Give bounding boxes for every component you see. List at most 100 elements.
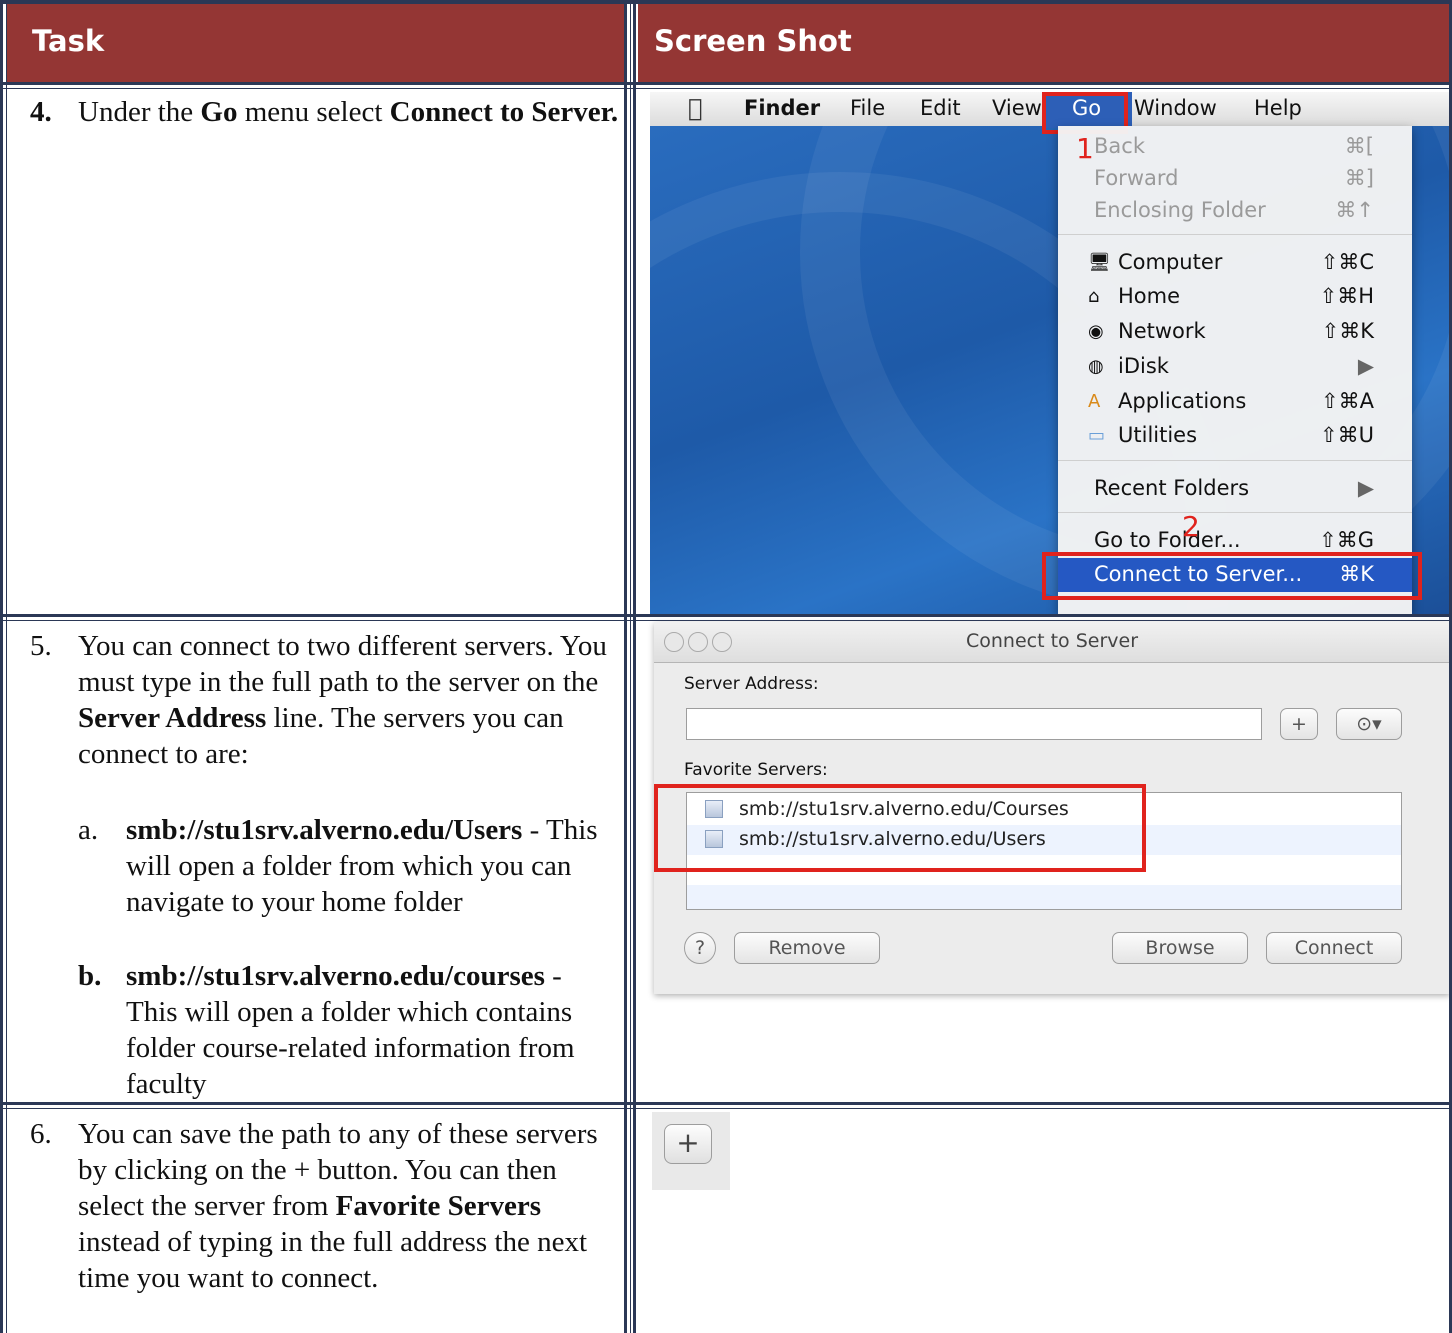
table-border	[0, 0, 3, 1333]
table-border	[0, 82, 1452, 85]
table-border	[630, 0, 631, 1333]
label: Home	[1118, 284, 1181, 308]
submenu-arrow-icon: ▶	[1357, 354, 1374, 378]
label: Forward	[1094, 166, 1179, 190]
menu-separator	[1058, 460, 1412, 461]
step-5: 5. You can connect to two different serv…	[30, 628, 620, 1108]
plus-button[interactable]: +	[664, 1124, 712, 1164]
menu-view[interactable]: View	[992, 96, 1042, 120]
step-text: You can connect to two different servers…	[78, 628, 620, 772]
dialog-title: Connect to Server	[965, 630, 1139, 652]
recent-servers-button[interactable]: ⊙▾	[1336, 708, 1402, 740]
empty-row	[687, 885, 1401, 909]
table-border	[6, 0, 7, 1333]
remove-button[interactable]: Remove	[734, 932, 880, 964]
table-border	[0, 88, 1452, 89]
go-dropdown-menu: Back ⌘[ Forward ⌘] Enclosing Folder ⌘↑ 🖥 Com…	[1058, 126, 1412, 614]
label: iDisk	[1118, 354, 1169, 378]
instruction-table: Task Screen Shot 4. Under the Go menu se…	[0, 0, 1452, 1333]
menu-item-back[interactable]: Back ⌘[	[1058, 130, 1412, 164]
shortcut: ⇧⌘H	[1319, 284, 1374, 308]
browse-button[interactable]: Browse	[1112, 932, 1248, 964]
utilities-folder-icon: ▭	[1088, 425, 1106, 446]
menu-window[interactable]: Window	[1134, 96, 1217, 120]
menu-item-applications[interactable]: A Applications ⇧⌘A	[1058, 385, 1412, 419]
option-letter: a.	[78, 814, 99, 846]
task-column-header: Task	[6, 4, 624, 82]
network-icon: ◉	[1088, 321, 1104, 342]
menu-item-enclosing-folder[interactable]: Enclosing Folder ⌘↑	[1058, 194, 1412, 228]
menu-item-computer[interactable]: 🖥 Computer ⇧⌘C	[1058, 246, 1412, 280]
label: Network	[1118, 319, 1206, 343]
menu-item-forward[interactable]: Forward ⌘]	[1058, 162, 1412, 196]
table-border	[624, 0, 627, 1333]
step-marker-2: 2	[1182, 510, 1200, 543]
shortcut: ⇧⌘G	[1319, 528, 1374, 552]
shortcut: ⌘↑	[1335, 198, 1374, 222]
menu-item-utilities[interactable]: ▭ Utilities ⇧⌘U	[1058, 419, 1412, 453]
server-address-label: Server Address:	[684, 674, 819, 694]
finder-go-menu-screenshot:  Finder File Edit View Go Window Help B…	[650, 92, 1450, 614]
step-number: 6.	[30, 1118, 52, 1150]
favorites-callout-box	[654, 784, 1146, 872]
table-border	[633, 0, 636, 1333]
label: Utilities	[1118, 423, 1198, 447]
applications-icon: A	[1088, 391, 1101, 412]
table-border	[0, 0, 1452, 4]
screenshot-header-label: Screen Shot	[654, 24, 852, 58]
table-border	[0, 620, 1452, 621]
home-icon: ⌂	[1088, 286, 1100, 307]
connect-to-server-callout-box	[1042, 552, 1422, 600]
step-number: 5.	[30, 630, 52, 662]
idisk-icon: ◍	[1088, 356, 1104, 377]
option-text: smb://stu1srv.alverno.edu/Users - This w…	[126, 812, 620, 920]
server-address-input[interactable]	[686, 708, 1262, 740]
connect-button[interactable]: Connect	[1266, 932, 1402, 964]
table-border	[0, 614, 1452, 617]
label: Enclosing Folder	[1094, 198, 1266, 222]
bold-text: Server Address	[78, 702, 267, 734]
step-text: Under the Go menu select Connect to Serv…	[78, 94, 620, 130]
shortcut: ⌘[	[1344, 134, 1374, 158]
apple-icon[interactable]: 	[688, 94, 702, 122]
text: Under the	[78, 96, 201, 128]
bold-text: Connect to Server.	[389, 96, 619, 128]
menu-help[interactable]: Help	[1254, 96, 1302, 120]
step-number: 4.	[30, 96, 52, 128]
label: Back	[1094, 134, 1145, 158]
label: Computer	[1118, 250, 1223, 274]
favorite-servers-label: Favorite Servers:	[684, 760, 828, 780]
text: instead of typing in the full address th…	[78, 1226, 588, 1294]
menu-separator	[1058, 234, 1412, 235]
shortcut: ⇧⌘A	[1321, 389, 1374, 413]
dialog-titlebar: Connect to Server	[654, 622, 1450, 663]
label: Applications	[1118, 389, 1247, 413]
menu-separator	[1058, 512, 1412, 513]
label: Recent Folders	[1094, 476, 1250, 500]
add-favorite-button[interactable]: +	[1280, 708, 1318, 740]
menu-finder[interactable]: Finder	[744, 96, 820, 120]
text: You can connect to two different servers…	[78, 630, 607, 698]
label: Go to Folder...	[1094, 528, 1241, 552]
help-button[interactable]: ?	[684, 932, 716, 964]
bold-text: Go	[200, 96, 238, 128]
shortcut: ⇧⌘C	[1320, 250, 1374, 274]
plus-button-screenshot: +	[652, 1112, 730, 1190]
server-path: smb://stu1srv.alverno.edu/courses	[126, 960, 545, 992]
menu-item-recent-folders[interactable]: Recent Folders ▶	[1058, 472, 1412, 506]
bold-text: Favorite Servers	[335, 1190, 541, 1222]
shortcut: ⇧⌘U	[1320, 423, 1374, 447]
menu-item-home[interactable]: ⌂ Home ⇧⌘H	[1058, 280, 1412, 314]
menu-edit[interactable]: Edit	[920, 96, 961, 120]
option-letter: b.	[78, 960, 102, 992]
submenu-arrow-icon: ▶	[1357, 476, 1374, 500]
step-text: You can save the path to any of these se…	[78, 1116, 620, 1296]
table-border	[0, 1102, 1452, 1105]
connect-to-server-dialog: Connect to Server Server Address: + ⊙▾ F…	[654, 622, 1450, 994]
server-path: smb://stu1srv.alverno.edu/Users	[126, 814, 523, 846]
shortcut: ⇧⌘K	[1321, 319, 1374, 343]
step-marker-1: 1	[1076, 132, 1094, 165]
menu-item-idisk[interactable]: ◍ iDisk ▶	[1058, 350, 1412, 384]
menu-item-network[interactable]: ◉ Network ⇧⌘K	[1058, 315, 1412, 349]
menu-file[interactable]: File	[850, 96, 885, 120]
